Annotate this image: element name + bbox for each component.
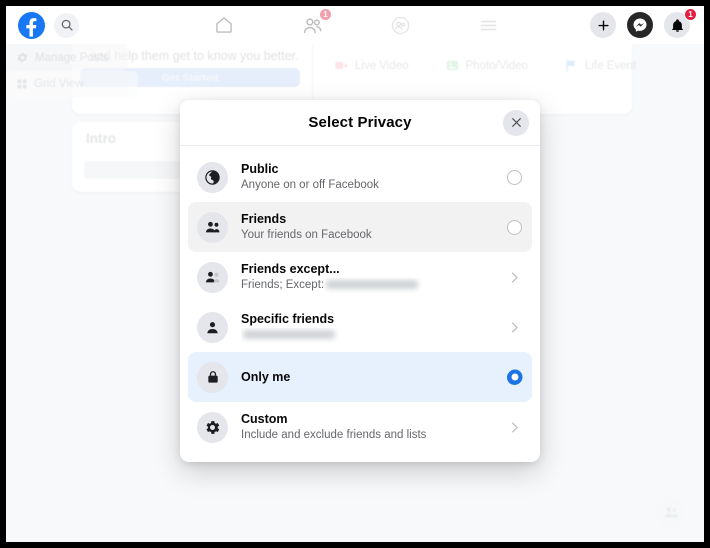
dialog-header: Select Privacy xyxy=(180,100,540,146)
messenger-icon[interactable] xyxy=(627,12,653,38)
option-subtitle: Your friends on Facebook xyxy=(241,228,372,241)
radio-only-me[interactable] xyxy=(507,369,522,385)
privacy-option-friends[interactable]: Friends Your friends on Facebook xyxy=(188,202,532,252)
privacy-option-friends-except[interactable]: Friends except... Friends; Except: xyxy=(188,252,532,302)
option-text-block: Specific friends xyxy=(241,312,494,343)
option-title: Friends except... xyxy=(241,261,340,276)
nav-tab-groups[interactable] xyxy=(387,12,413,38)
option-title: Specific friends xyxy=(241,311,335,326)
select-privacy-dialog: Select Privacy Public Anyone on or off F… xyxy=(180,100,540,462)
screenshot-frame: 1 1 Select Privacy Public Anyone on or o… xyxy=(0,0,710,548)
option-title: Friends xyxy=(241,211,287,226)
option-text-block: Friends Your friends on Facebook xyxy=(241,212,494,243)
search-icon[interactable] xyxy=(54,12,79,38)
redacted-name xyxy=(243,329,335,339)
create-plus-icon[interactable] xyxy=(590,12,616,38)
friends-badge: 1 xyxy=(319,8,332,21)
dialog-title: Select Privacy xyxy=(308,114,412,131)
nav-tab-menu[interactable] xyxy=(475,12,501,38)
option-text-block: Custom Include and exclude friends and l… xyxy=(241,412,494,443)
close-icon[interactable] xyxy=(503,109,529,136)
chevron-right-icon[interactable] xyxy=(507,320,522,335)
nav-tab-home[interactable] xyxy=(211,12,237,38)
chevron-right-icon[interactable] xyxy=(507,270,522,285)
nav-right-actions: 1 xyxy=(590,6,697,44)
privacy-option-custom[interactable]: Custom Include and exclude friends and l… xyxy=(188,402,532,452)
privacy-option-public[interactable]: Public Anyone on or off Facebook xyxy=(188,152,532,202)
privacy-options-list: Public Anyone on or off Facebook Friends… xyxy=(180,146,540,462)
nav-left-group xyxy=(18,6,79,44)
globe-icon xyxy=(197,161,228,193)
top-navigation-bar: 1 1 xyxy=(6,6,704,44)
option-subtitle: Include and exclude friends and lists xyxy=(241,428,427,441)
privacy-option-only-me[interactable]: Only me xyxy=(188,352,532,402)
radio-public[interactable] xyxy=(507,169,522,185)
option-subtitle-prefix: Friends; Except: xyxy=(241,278,325,291)
notifications-bell-icon[interactable]: 1 xyxy=(664,8,697,38)
facebook-app-screen: 1 1 Select Privacy Public Anyone on or o… xyxy=(6,6,704,542)
redacted-name xyxy=(326,279,419,289)
option-title: Custom xyxy=(241,411,288,426)
nav-tab-friends[interactable]: 1 xyxy=(299,8,332,38)
person-icon xyxy=(197,311,228,343)
option-subtitle: Friends; Except: xyxy=(241,278,494,293)
nav-center-tabs: 1 xyxy=(211,6,501,44)
option-title: Only me xyxy=(241,369,291,384)
friends-icon xyxy=(197,211,228,243)
gear-icon xyxy=(197,411,228,443)
option-subtitle: Anyone on or off Facebook xyxy=(241,178,379,191)
chevron-right-icon[interactable] xyxy=(507,420,522,435)
friends-except-icon xyxy=(197,261,228,293)
option-subtitle xyxy=(241,328,494,343)
lock-icon xyxy=(197,361,228,393)
option-text-block: Friends except... Friends; Except: xyxy=(241,262,494,293)
option-text-block: Public Anyone on or off Facebook xyxy=(241,162,494,193)
facebook-logo-icon[interactable] xyxy=(18,11,45,39)
privacy-option-specific-friends[interactable]: Specific friends xyxy=(188,302,532,352)
option-text-block: Only me xyxy=(241,370,494,385)
radio-friends[interactable] xyxy=(507,219,522,235)
option-title: Public xyxy=(241,161,279,176)
notifications-badge: 1 xyxy=(684,8,697,21)
